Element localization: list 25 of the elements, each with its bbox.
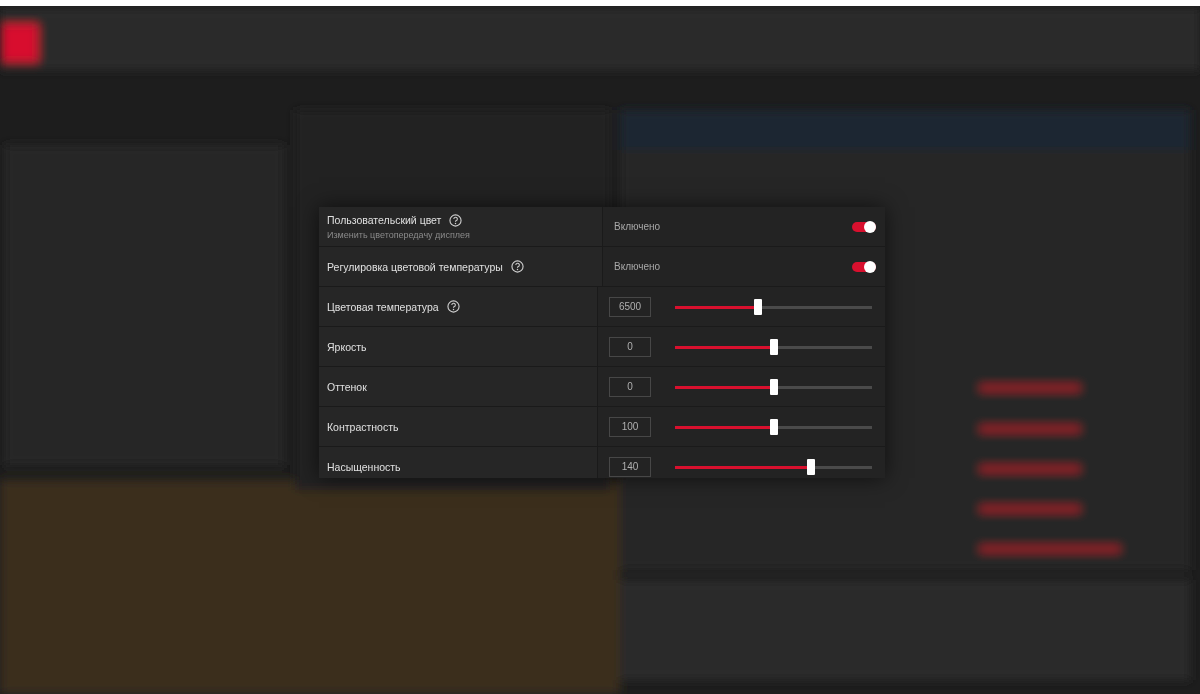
slider-thumb[interactable]: [806, 458, 815, 475]
toggle-switch[interactable]: [852, 261, 876, 272]
toggle-switch[interactable]: [852, 221, 876, 232]
setting-label: Цветовая температура: [327, 300, 439, 313]
setting-label: Оттенок: [327, 380, 367, 393]
slider-thumb[interactable]: [753, 298, 762, 315]
value-field[interactable]: 6500: [609, 296, 651, 317]
setting-label: Регулировка цветовой температуры: [327, 260, 503, 273]
value-field[interactable]: 0: [609, 376, 651, 397]
setting-label: Контрастность: [327, 420, 399, 433]
setting-description: Изменить цветопередачу дисплея: [327, 229, 471, 240]
help-icon[interactable]: [449, 213, 463, 227]
setting-label: Яркость: [327, 340, 367, 353]
value-field[interactable]: 100: [609, 416, 651, 437]
slider-thumb[interactable]: [769, 338, 778, 355]
setting-label: Пользовательский цвет: [327, 214, 442, 226]
slider-thumb[interactable]: [769, 418, 778, 435]
setting-label: Насыщенность: [327, 460, 401, 473]
value-field[interactable]: 0: [609, 336, 651, 357]
status-text: Включено: [614, 221, 662, 232]
help-icon[interactable]: [446, 300, 460, 313]
slider-thumb[interactable]: [769, 378, 778, 395]
help-icon[interactable]: [510, 260, 524, 273]
value-field[interactable]: 140: [609, 456, 651, 477]
status-text: Включено: [614, 261, 662, 272]
